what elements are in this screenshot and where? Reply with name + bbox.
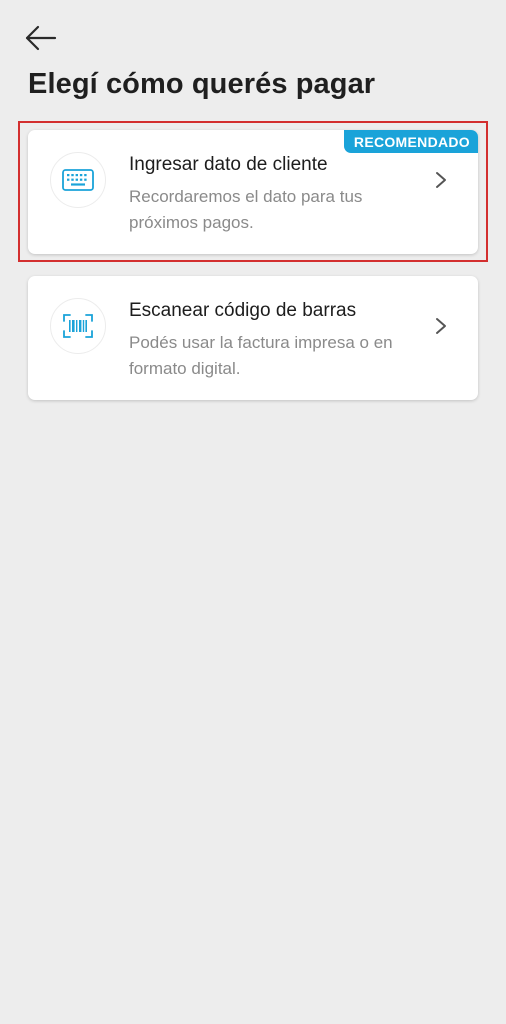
option-card-customer-data[interactable]: RECOMENDADO Ingresar dato de cliente Rec…: [28, 130, 478, 254]
chevron-right-icon: [436, 318, 446, 334]
option-card-scan-barcode[interactable]: Escanear código de barras Podés usar la …: [28, 276, 478, 400]
keyboard-icon: [62, 169, 94, 191]
option-description: Recordaremos el dato para tus próximos p…: [129, 187, 363, 232]
option-title: Ingresar dato de cliente: [129, 154, 328, 175]
chevron-right-icon: [436, 172, 446, 188]
page-title: Elegí cómo querés pagar: [28, 68, 376, 100]
keyboard-icon-wrapper: [50, 152, 106, 208]
recommended-badge: RECOMENDADO: [343, 130, 478, 153]
barcode-scan-icon: [63, 314, 93, 338]
back-button[interactable]: [20, 20, 60, 56]
option-description: Podés usar la factura impresa o en forma…: [129, 333, 393, 378]
option-title: Escanear código de barras: [129, 300, 357, 321]
arrow-left-icon: [25, 25, 57, 51]
barcode-icon-wrapper: [50, 298, 106, 354]
